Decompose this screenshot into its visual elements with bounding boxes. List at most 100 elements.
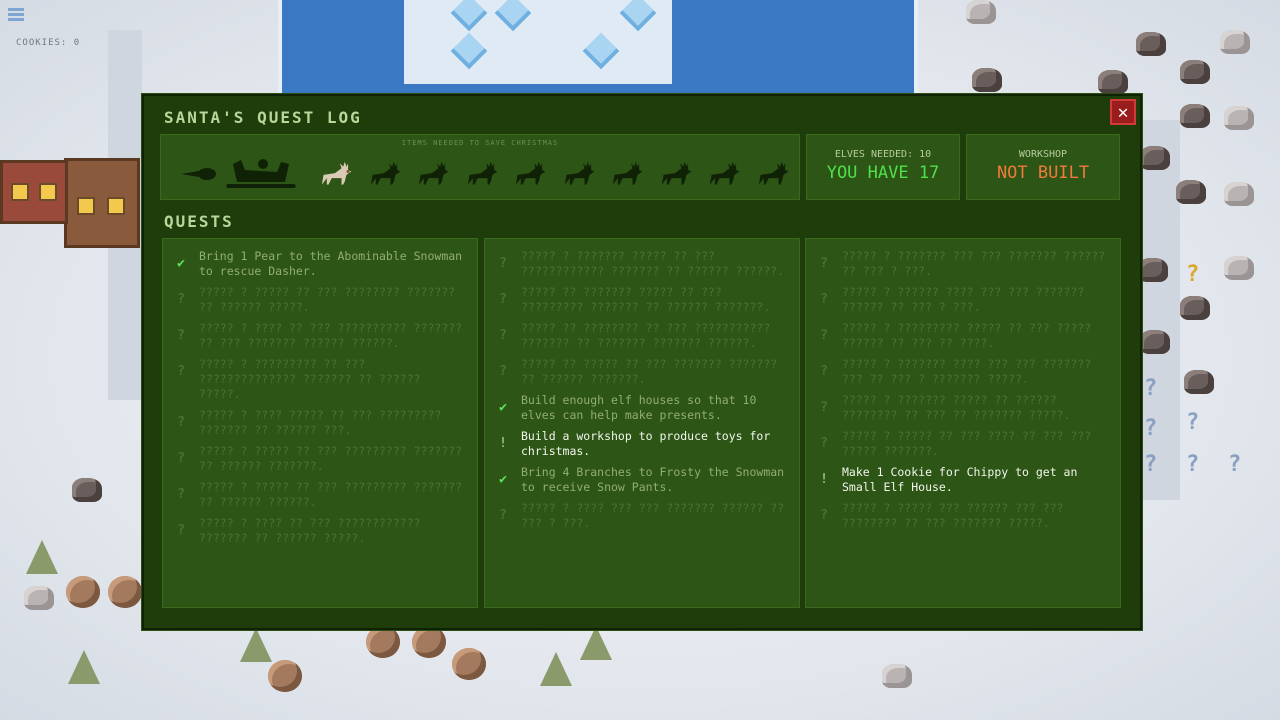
question-icon: ? <box>820 328 828 343</box>
rock <box>1098 70 1128 94</box>
rock <box>24 586 54 610</box>
quest-item[interactable]: ? ????? ? ????? ??? ?????? ??? ??? ??????… <box>806 501 1120 531</box>
quest-text: ????? ? ????? ?? ??? ???? ?? ??? ??? ???… <box>842 429 1092 458</box>
reindeer-icon <box>414 151 450 197</box>
rock <box>1220 30 1250 54</box>
question-icon: ? <box>177 487 185 502</box>
close-button[interactable]: ✕ <box>1110 99 1136 125</box>
workshop-stat-box: WORKSHOP NOT BUILT <box>966 134 1120 200</box>
reindeer-icon <box>366 151 402 197</box>
quest-item[interactable]: ? ????? ? ?????? ???? ??? ??? ??????? ???… <box>806 285 1120 315</box>
menu-icon[interactable] <box>8 8 24 22</box>
rock <box>966 0 996 24</box>
quest-text: ????? ? ???? ?? ??? ???????????? ???????… <box>199 516 421 545</box>
quest-item[interactable]: ? ????? ? ??????? ??? ??? ??????? ?????? … <box>806 249 1120 279</box>
elves-count-value: YOU HAVE 17 <box>826 163 940 183</box>
unknown-marker-icon: ? <box>1186 410 1200 435</box>
rock <box>1224 182 1254 206</box>
quest-log-title: SANTA'S QUEST LOG <box>164 108 362 127</box>
quest-column-1: ✔ Bring 1 Pear to the Abominable Snowman … <box>162 238 478 608</box>
items-needed-title: ITEMS NEEDED TO SAVE CHRISTMAS <box>401 139 559 147</box>
exclamation-icon: ! <box>820 472 828 487</box>
rock <box>1136 32 1166 56</box>
quest-text: ????? ? ??????? ????? ?? ??? ???????????… <box>521 249 785 278</box>
reindeer-icon <box>705 151 741 197</box>
rock <box>1140 146 1170 170</box>
question-icon: ? <box>499 508 507 523</box>
pine-tree <box>580 626 612 660</box>
quest-text: ????? ? ????? ?? ??? ????????? ??????? ?… <box>199 444 463 473</box>
quest-text: ????? ? ????? ?? ??? ????????? ??????? ?… <box>199 480 463 509</box>
reindeer-icon <box>754 151 790 197</box>
question-icon: ? <box>820 400 828 415</box>
quest-text: ????? ? ????????? ????? ?? ??? ????? ???… <box>842 321 1092 350</box>
quest-item[interactable]: ✔ Bring 1 Pear to the Abominable Snowman … <box>163 249 477 279</box>
snowy-bush <box>412 626 446 658</box>
question-icon: ? <box>820 256 828 271</box>
workshop-status-value: NOT BUILT <box>996 163 1090 183</box>
question-icon: ? <box>177 328 185 343</box>
items-needed-box: ITEMS NEEDED TO SAVE CHRISTMAS <box>160 134 800 200</box>
quest-text: ????? ? ??????? ??? ??? ??????? ?????? ?… <box>842 249 1106 278</box>
quest-item[interactable]: ? ????? ? ???? ????? ?? ??? ????????? ???… <box>163 408 477 438</box>
quest-item[interactable]: ✔ Bring 4 Branches to Frosty the Snowman … <box>485 465 799 495</box>
unknown-marker-icon: ? <box>1144 376 1158 401</box>
reindeer-icon <box>657 151 693 197</box>
quest-item[interactable]: ? ????? ? ????? ?? ??? ????????? ??????? … <box>163 480 477 510</box>
quest-item[interactable]: ? ????? ?? ??????? ????? ?? ??? ?????????… <box>485 285 799 315</box>
quest-text: ????? ? ???? ????? ?? ??? ????????? ????… <box>199 408 442 437</box>
quest-item[interactable]: ? ????? ?? ????? ?? ??? ??????? ??????? ?… <box>485 357 799 387</box>
quest-item[interactable]: ? ????? ? ????????? ????? ?? ??? ????? ??… <box>806 321 1120 351</box>
quest-item[interactable]: ? ????? ? ????? ?? ??? ????????? ??????? … <box>163 444 477 474</box>
question-icon: ? <box>177 451 185 466</box>
quest-item[interactable]: ? ????? ? ??????? ???? ??? ??? ??????? ??… <box>806 357 1120 387</box>
question-icon: ? <box>177 523 185 538</box>
unknown-marker-icon: ? <box>1186 452 1200 477</box>
quest-item[interactable]: ? ????? ? ????? ?? ??? ???? ?? ??? ??? ??… <box>806 429 1120 459</box>
rock <box>1180 104 1210 128</box>
reindeer-icon <box>608 151 644 197</box>
rock <box>1138 258 1168 282</box>
rock <box>972 68 1002 92</box>
quest-item[interactable]: ? ????? ? ????? ?? ??? ???????? ??????? ?… <box>163 285 477 315</box>
snowy-bush <box>366 626 400 658</box>
unknown-marker-icon: ? <box>1144 452 1158 477</box>
question-icon: ? <box>177 292 185 307</box>
quest-text: ????? ? ??????? ????? ?? ?????? ????????… <box>842 393 1071 422</box>
quest-item[interactable]: ? ????? ?? ???????? ?? ??? ??????????? ??… <box>485 321 799 351</box>
quest-text: ????? ? ????? ??? ?????? ??? ??? ???????… <box>842 501 1064 530</box>
workshop-label: WORKSHOP <box>1018 149 1068 160</box>
quest-item[interactable]: ? ????? ? ???? ?? ??? ???????????? ??????… <box>163 516 477 546</box>
snow-path <box>1140 120 1180 500</box>
question-icon: ? <box>499 292 507 307</box>
elf-house <box>0 160 68 224</box>
quest-text: ????? ? ???? ??? ??? ??????? ?????? ?? ?… <box>521 501 785 530</box>
quest-item[interactable]: ? ????? ? ????????? ?? ??? ??????????????… <box>163 357 477 402</box>
checkmark-icon: ✔ <box>499 400 507 415</box>
quest-text: ????? ?? ??????? ????? ?? ??? ????????? … <box>521 285 771 314</box>
rock <box>1224 106 1254 130</box>
reindeer-dasher-icon <box>317 151 353 197</box>
quest-item[interactable]: ? ????? ? ???? ??? ??? ??????? ?????? ?? … <box>485 501 799 531</box>
quest-text: ????? ? ????? ?? ??? ???????? ??????? ??… <box>199 285 456 314</box>
pine-tree <box>26 540 58 574</box>
reindeer-icon <box>560 151 596 197</box>
quest-item[interactable]: ? ????? ? ??????? ????? ?? ??? ??????????… <box>485 249 799 279</box>
snowy-bush <box>452 648 486 680</box>
rock <box>1224 256 1254 280</box>
question-icon: ? <box>820 364 828 379</box>
quest-item[interactable]: ? ????? ? ??????? ????? ?? ?????? ???????… <box>806 393 1120 423</box>
question-icon: ? <box>177 364 185 379</box>
quest-text: ????? ? ??????? ???? ??? ??? ??????? ???… <box>842 357 1092 386</box>
rock <box>72 478 102 502</box>
quest-item[interactable]: ! Build a workshop to produce toys for ch… <box>485 429 799 459</box>
snowy-bush <box>108 576 142 608</box>
rock <box>882 664 912 688</box>
rock <box>1180 60 1210 84</box>
rudolph-nose-icon <box>179 151 219 197</box>
quest-item[interactable]: ! Make 1 Cookie for Chippy to get an Smal… <box>806 465 1120 495</box>
quest-text: ????? ? ?????? ???? ??? ??? ??????? ????… <box>842 285 1085 314</box>
quest-item[interactable]: ✔ Build enough elf houses so that 10 elve… <box>485 393 799 423</box>
quest-item[interactable]: ? ????? ? ???? ?? ??? ?????????? ??????? … <box>163 321 477 351</box>
reindeer-icon <box>511 151 547 197</box>
